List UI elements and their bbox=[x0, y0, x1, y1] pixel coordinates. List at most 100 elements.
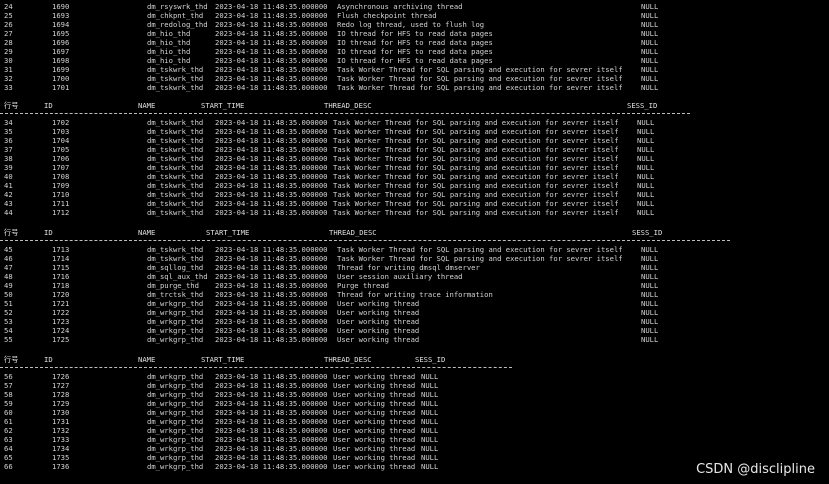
thread-name: dm_wrkgrp_thd bbox=[147, 372, 204, 381]
row-number: 60 bbox=[4, 408, 13, 417]
thread-id: 1694 bbox=[52, 20, 70, 29]
start-time: 2023-04-18 11:48:35.000000 bbox=[215, 308, 328, 317]
thread-desc: Task Worker Thread for SQL parsing and e… bbox=[333, 190, 619, 199]
start-time: 2023-04-18 11:48:35.000000 bbox=[215, 399, 328, 408]
row-number: 30 bbox=[4, 56, 13, 65]
thread-id: 1715 bbox=[52, 263, 70, 272]
thread-id: 1707 bbox=[52, 163, 70, 172]
thread-desc: Task Worker Thread for SQL parsing and e… bbox=[333, 208, 619, 217]
row-number: 48 bbox=[4, 272, 13, 281]
header-separator bbox=[199, 113, 318, 114]
start-time: 2023-04-18 11:48:35.000000 bbox=[215, 38, 328, 47]
sess-id: NULL bbox=[637, 127, 655, 136]
thread-desc: User working thread bbox=[337, 308, 420, 317]
thread-desc: User working thread bbox=[333, 417, 416, 426]
start-time: 2023-04-18 11:48:35.000000 bbox=[215, 462, 328, 471]
thread-name: dm_wrkgrp_thd bbox=[147, 390, 204, 399]
thread-id: 1705 bbox=[52, 145, 70, 154]
row-number: 27 bbox=[4, 29, 13, 38]
thread-desc: Task Worker Thread for SQL parsing and e… bbox=[337, 65, 623, 74]
thread-desc: User working thread bbox=[333, 381, 416, 390]
thread-name: dm_wrkgrp_thd bbox=[147, 435, 204, 444]
thread-desc: IO thread for HFS to read data pages bbox=[337, 56, 493, 65]
thread-desc: User working thread bbox=[333, 372, 416, 381]
thread-id: 1734 bbox=[52, 444, 70, 453]
thread-name: dm_tskwrk_thd bbox=[147, 163, 204, 172]
sess-id: NULL bbox=[641, 2, 659, 11]
header-id: ID bbox=[44, 228, 53, 237]
thread-desc: Task Worker Thread for SQL parsing and e… bbox=[333, 199, 619, 208]
thread-name: dm_sql_aux_thd bbox=[147, 272, 208, 281]
thread-id: 1690 bbox=[52, 2, 70, 11]
start-time: 2023-04-18 11:48:35.000000 bbox=[215, 426, 328, 435]
thread-id: 1725 bbox=[52, 335, 70, 344]
thread-desc: Task Worker Thread for SQL parsing and e… bbox=[337, 83, 623, 92]
thread-name: dm_sqllog_thd bbox=[147, 263, 204, 272]
thread-desc: User working thread bbox=[337, 335, 420, 344]
thread-id: 1710 bbox=[52, 190, 70, 199]
thread-id: 1729 bbox=[52, 399, 70, 408]
thread-name: dm_wrkgrp_thd bbox=[147, 308, 204, 317]
thread-name: dm_tskwrk_thd bbox=[147, 199, 204, 208]
header-thread-desc: THREAD_DESC bbox=[324, 355, 372, 364]
thread-desc: User working thread bbox=[333, 408, 416, 417]
thread-id: 1708 bbox=[52, 172, 70, 181]
sess-id: NULL bbox=[421, 390, 439, 399]
thread-id: 1706 bbox=[52, 154, 70, 163]
thread-id: 1712 bbox=[52, 208, 70, 217]
thread-name: dm_hio_thd bbox=[147, 47, 191, 56]
thread-id: 1704 bbox=[52, 136, 70, 145]
thread-id: 1727 bbox=[52, 381, 70, 390]
sess-id: NULL bbox=[421, 435, 439, 444]
thread-name: dm_tskwrk_thd bbox=[147, 190, 204, 199]
start-time: 2023-04-18 11:48:35.000000 bbox=[215, 208, 328, 217]
sess-id: NULL bbox=[641, 299, 659, 308]
row-number: 29 bbox=[4, 47, 13, 56]
sess-id: NULL bbox=[421, 453, 439, 462]
start-time: 2023-04-18 11:48:35.000000 bbox=[215, 65, 328, 74]
sess-id: NULL bbox=[421, 408, 439, 417]
sess-id: NULL bbox=[637, 163, 655, 172]
header-rownum: 行号 bbox=[4, 355, 19, 364]
thread-name: dm_tskwrk_thd bbox=[147, 74, 204, 83]
row-number: 42 bbox=[4, 190, 13, 199]
thread-name: dm_redolog_thd bbox=[147, 20, 208, 29]
sess-id: NULL bbox=[641, 83, 659, 92]
start-time: 2023-04-18 11:48:35.000000 bbox=[215, 417, 328, 426]
start-time: 2023-04-18 11:48:35.000000 bbox=[215, 74, 328, 83]
thread-name: dm_wrkgrp_thd bbox=[147, 317, 204, 326]
thread-desc: User working thread bbox=[337, 326, 420, 335]
header-separator bbox=[199, 367, 318, 368]
row-number: 57 bbox=[4, 381, 13, 390]
start-time: 2023-04-18 11:48:35.000000 bbox=[215, 381, 328, 390]
row-number: 66 bbox=[4, 462, 13, 471]
start-time: 2023-04-18 11:48:35.000000 bbox=[215, 317, 328, 326]
sess-id: NULL bbox=[641, 38, 659, 47]
row-number: 63 bbox=[4, 435, 13, 444]
start-time: 2023-04-18 11:48:35.000000 bbox=[215, 453, 328, 462]
sess-id: NULL bbox=[641, 29, 659, 38]
sess-id: NULL bbox=[641, 74, 659, 83]
sess-id: NULL bbox=[641, 245, 659, 254]
start-time: 2023-04-18 11:48:35.000000 bbox=[215, 20, 328, 29]
thread-desc: Task Worker Thread for SQL parsing and e… bbox=[333, 172, 619, 181]
thread-desc: Thread for writing trace information bbox=[337, 290, 493, 299]
row-number: 26 bbox=[4, 20, 13, 29]
thread-desc: Asynchronous archiving thread bbox=[337, 2, 463, 11]
thread-desc: User working thread bbox=[333, 453, 416, 462]
thread-name: dm_wrkgrp_thd bbox=[147, 426, 204, 435]
sess-id: NULL bbox=[641, 272, 659, 281]
header-name: NAME bbox=[138, 355, 156, 364]
thread-desc: IO thread for HFS to read data pages bbox=[337, 29, 493, 38]
header-sess-id: SESS_ID bbox=[627, 101, 658, 110]
row-number: 52 bbox=[4, 308, 13, 317]
thread-name: dm_tskwrk_thd bbox=[147, 118, 204, 127]
thread-name: dm_wrkgrp_thd bbox=[147, 453, 204, 462]
header-separator bbox=[622, 113, 690, 114]
thread-id: 1726 bbox=[52, 372, 70, 381]
start-time: 2023-04-18 11:48:35.000000 bbox=[215, 154, 328, 163]
start-time: 2023-04-18 11:48:35.000000 bbox=[215, 199, 328, 208]
sess-id: NULL bbox=[641, 65, 659, 74]
thread-name: dm_tskwrk_thd bbox=[147, 145, 204, 154]
row-number: 51 bbox=[4, 299, 13, 308]
